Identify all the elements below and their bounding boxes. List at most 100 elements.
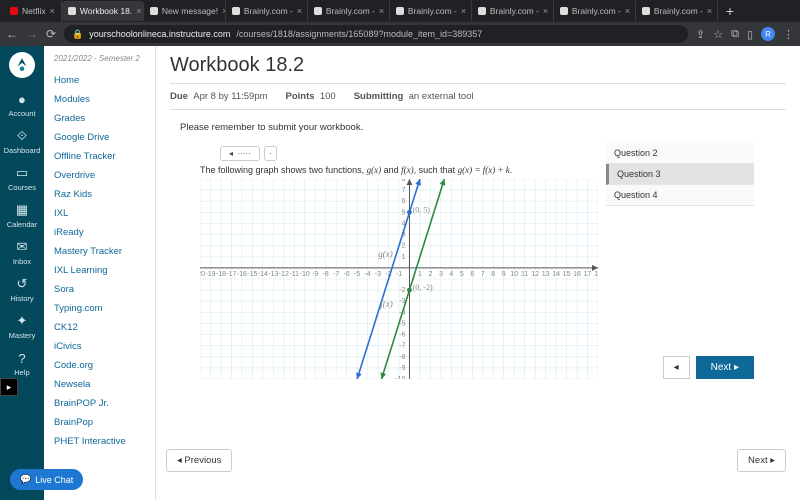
replay-button[interactable]: · (264, 146, 277, 161)
course-nav-item[interactable]: Sora (54, 280, 145, 299)
course-nav-item[interactable]: PHET Interactive (54, 432, 145, 451)
course-nav-item[interactable]: Overdrive (54, 166, 145, 185)
bookmark-icon[interactable]: ☆ (713, 28, 723, 41)
question-nav-item[interactable]: Question 2 (606, 143, 754, 164)
reload-button[interactable]: ⟳ (46, 27, 56, 41)
address-bar[interactable]: 🔒 yourschoolonlineca.instructure.com/cou… (64, 25, 688, 43)
browser-tab[interactable]: Brainly.com -× (472, 1, 554, 21)
tab-close-icon[interactable]: × (625, 6, 630, 16)
back-button[interactable]: ← (6, 27, 18, 41)
listen-button[interactable]: ◂ ····· (220, 146, 260, 161)
course-nav-item[interactable]: Code.org (54, 356, 145, 375)
browser-tab[interactable]: Brainly.com -× (554, 1, 636, 21)
course-nav: 2021/2022 - Semester 2 HomeModulesGrades… (44, 46, 156, 500)
play-badge[interactable]: ▸ (0, 378, 18, 396)
svg-text:(0, -2): (0, -2) (413, 283, 433, 292)
svg-text:2: 2 (402, 243, 406, 250)
course-nav-item[interactable]: Home (54, 71, 145, 90)
rail-label: Calendar (7, 220, 37, 229)
rail-item-inbox[interactable]: ✉Inbox (4, 234, 41, 271)
extensions-icon[interactable]: ⧉ (731, 28, 739, 41)
browser-chrome: Netflix×Workbook 18.×New message!×Brainl… (0, 0, 800, 46)
svg-text:12: 12 (531, 271, 539, 278)
tab-close-icon[interactable]: × (461, 6, 466, 16)
svg-text:-18: -18 (216, 271, 226, 278)
svg-text:15: 15 (563, 271, 571, 278)
url-host: yourschoolonlineca.instructure.com (89, 29, 230, 39)
rail-item-calendar[interactable]: ▦Calendar (4, 197, 41, 234)
course-nav-item[interactable]: BrainPOP Jr. (54, 394, 145, 413)
course-nav-item[interactable]: Typing.com (54, 299, 145, 318)
browser-tab[interactable]: Brainly.com -× (390, 1, 472, 21)
profile-avatar[interactable]: R (761, 27, 775, 41)
tab-close-icon[interactable]: × (50, 6, 55, 16)
course-nav-item[interactable]: BrainPop (54, 413, 145, 432)
term-label: 2021/2022 - Semester 2 (54, 54, 145, 63)
browser-tab[interactable]: New message!× (144, 1, 226, 21)
live-chat-label: Live Chat (35, 475, 73, 485)
course-nav-item[interactable]: Google Drive (54, 128, 145, 147)
course-nav-item[interactable]: iCivics (54, 337, 145, 356)
svg-text:-15: -15 (247, 271, 257, 278)
question-nav-item[interactable]: Question 3 (606, 164, 754, 185)
prev-module-button[interactable]: ◂ Previous (166, 449, 232, 472)
svg-text:11: 11 (521, 271, 528, 278)
function-graph: -20-19-18-17-16-15-14-13-12-11-10-9-8-7-… (200, 179, 598, 379)
submitting-value: an external tool (409, 91, 474, 102)
course-nav-item[interactable]: Offline Tracker (54, 147, 145, 166)
school-logo[interactable] (9, 52, 35, 78)
course-nav-item[interactable]: Newsela (54, 375, 145, 394)
menu-icon[interactable]: ⋮ (783, 28, 794, 41)
browser-tab[interactable]: Netflix× (4, 1, 62, 21)
course-nav-item[interactable]: IXL (54, 204, 145, 223)
rail-item-help[interactable]: ?Help (4, 345, 41, 382)
side-panel-icon[interactable]: ▯ (747, 28, 753, 41)
svg-text:-6: -6 (344, 271, 350, 278)
tab-close-icon[interactable]: × (543, 6, 548, 16)
url-path: /courses/1818/assignments/165089?module_… (236, 29, 482, 39)
share-icon[interactable]: ⇪ (696, 28, 705, 41)
svg-text:-10: -10 (395, 376, 405, 379)
live-chat-button[interactable]: 💬 Live Chat (10, 469, 83, 490)
svg-text:3: 3 (439, 271, 443, 278)
browser-tab[interactable]: Workbook 18.× (62, 1, 144, 21)
tab-close-icon[interactable]: × (379, 6, 384, 16)
question-nav-item[interactable]: Question 4 (606, 185, 754, 206)
svg-text:-5: -5 (354, 271, 360, 278)
svg-text:-17: -17 (226, 271, 236, 278)
rail-item-account[interactable]: ●Account (4, 86, 41, 123)
tab-close-icon[interactable]: × (297, 6, 302, 16)
course-nav-item[interactable]: CK12 (54, 318, 145, 337)
browser-tab[interactable]: Brainly.com -× (308, 1, 390, 21)
courses-icon: ▭ (14, 165, 30, 181)
svg-text:-11: -11 (289, 271, 299, 278)
tab-close-icon[interactable]: × (136, 6, 141, 16)
course-nav-item[interactable]: Mastery Tracker (54, 242, 145, 261)
next-question-button[interactable]: Next ▸ (696, 356, 754, 379)
next-module-button[interactable]: Next ▸ (737, 449, 786, 472)
browser-tab[interactable]: Brainly.com -× (636, 1, 718, 21)
new-tab-button[interactable]: + (718, 3, 742, 19)
tab-close-icon[interactable]: × (707, 6, 712, 16)
tab-favicon (68, 7, 76, 15)
svg-text:-6: -6 (399, 332, 405, 339)
forward-button[interactable]: → (26, 27, 38, 41)
course-nav-item[interactable]: Modules (54, 90, 145, 109)
rail-item-history[interactable]: ↺History (4, 271, 41, 308)
rail-item-courses[interactable]: ▭Courses (4, 160, 41, 197)
svg-text:-3: -3 (375, 271, 381, 278)
browser-tab[interactable]: Brainly.com -× (226, 1, 308, 21)
course-nav-item[interactable]: Grades (54, 109, 145, 128)
prev-question-button[interactable]: ◂ (663, 356, 690, 379)
svg-text:8: 8 (491, 271, 495, 278)
rail-item-mastery[interactable]: ✦Mastery (4, 308, 41, 345)
module-nav-footer: ◂ Previous Next ▸ (166, 449, 786, 472)
course-nav-item[interactable]: IXL Learning (54, 261, 145, 280)
svg-text:-2: -2 (399, 287, 405, 294)
due-value: Apr 8 by 11:59pm (193, 91, 267, 102)
rail-label: Help (14, 368, 29, 377)
rail-item-dashboard[interactable]: ⟐Dashboard (4, 123, 41, 160)
course-nav-item[interactable]: Raz Kids (54, 185, 145, 204)
due-label: Due (170, 91, 188, 102)
course-nav-item[interactable]: iReady (54, 223, 145, 242)
